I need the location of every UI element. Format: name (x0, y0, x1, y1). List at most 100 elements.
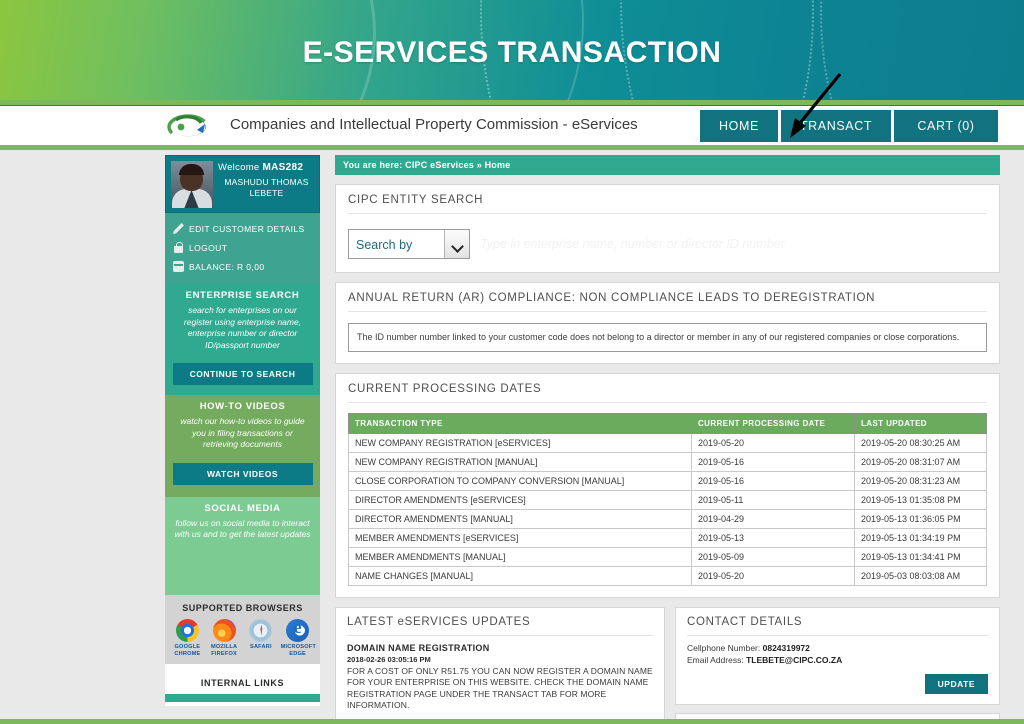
chrome-icon (175, 618, 199, 642)
cell-processing-date: 2019-05-20 (691, 565, 855, 586)
page-root: E-SERVICES TRANSACTION Companies and Int… (0, 0, 1024, 724)
table-row: DIRECTOR AMENDMENTS [MANUAL] 2019-04-29 … (348, 508, 987, 529)
cell-processing-date: 2019-04-29 (691, 508, 855, 529)
update-contact-button[interactable]: UPDATE (924, 673, 988, 694)
cell-transaction-type: MEMBER AMENDMENTS [eSERVICES] (348, 527, 692, 548)
browser-chrome[interactable]: GOOGLE CHROME (170, 618, 204, 658)
browser-firefox[interactable]: MOZILLA FIREFOX (207, 618, 241, 658)
chevron-down-icon (444, 230, 469, 258)
sidebar-item-edit-customer-details[interactable]: EDIT CUSTOMER DETAILS (165, 219, 320, 238)
panel-title: CONTACT DETAILS (687, 616, 988, 636)
search-row: Search by Type in enterprise name, numbe… (348, 214, 987, 261)
watch-videos-button[interactable]: WATCH VIDEOS (172, 462, 313, 485)
sidebar-item-label: BALANCE: R 0,00 (189, 261, 265, 272)
column-header-current-processing-date: CURRENT PROCESSING DATE (691, 412, 855, 434)
banner-title: E-SERVICES TRANSACTION (302, 36, 722, 69)
welcome-code: MAS282 (262, 162, 304, 173)
section-body: watch our how-to videos to guide you in … (180, 416, 305, 449)
cell-transaction-type: NEW COMPANY REGISTRATION [eSERVICES] (348, 432, 692, 453)
user-fullname: MASHUDU THOMAS LEBETE (224, 177, 309, 198)
details-column: CONTACT DETAILS Cellphone Number: 082431… (675, 606, 1000, 724)
latest-updates-column: LATEST eSERVICES UPDATES DOMAIN NAME REG… (335, 606, 665, 724)
email-label: Email Address: (687, 654, 744, 665)
browser-label: MICROSOFT EDGE (280, 643, 316, 657)
site-header: Companies and Intellectual Property Comm… (0, 105, 1024, 146)
section-body: search for enterprises on our register u… (183, 305, 302, 350)
table-row: NAME CHANGES [MANUAL] 2019-05-20 2019-05… (348, 565, 987, 586)
breadcrumb: You are here: CIPC eServices » Home (335, 155, 1000, 175)
sidebar-item-label: LOGOUT (189, 242, 228, 253)
continue-to-search-button[interactable]: CONTINUE TO SEARCH (172, 363, 313, 385)
browser-safari[interactable]: SAFARI (244, 618, 278, 658)
section-heading: HOW-TO VIDEOS (199, 401, 286, 412)
ar-compliance-message: The ID number number linked to your cust… (348, 323, 987, 352)
welcome-prefix: Welcome (218, 162, 263, 173)
user-panel: Welcome MAS282 MASHUDU THOMAS LEBETE (165, 155, 320, 213)
cell-processing-date: 2019-05-20 (691, 432, 855, 453)
cell-last-updated: 2019-05-13 01:34:19 PM (854, 527, 987, 548)
panel-title: CIPC ENTITY SEARCH (348, 194, 987, 214)
sidebar-item-balance[interactable]: BALANCE: R 0,00 (165, 257, 320, 276)
cell-last-updated: 2019-05-13 01:34:41 PM (854, 546, 987, 567)
column-header-last-updated: LAST UPDATED (854, 412, 987, 434)
search-by-value: Search by (356, 238, 413, 252)
table-row: MEMBER AMENDMENTS [MANUAL] 2019-05-09 20… (348, 546, 987, 567)
cell-last-updated: 2019-05-20 08:31:07 AM (854, 451, 987, 472)
cell-last-updated: 2019-05-13 01:36:05 PM (854, 508, 987, 529)
cell-processing-date: 2019-05-16 (691, 470, 855, 491)
edge-icon (286, 617, 310, 642)
nav-transact[interactable]: TRANSACT (781, 110, 891, 142)
site-title: Companies and Intellectual Property Comm… (230, 116, 638, 133)
browser-edge[interactable]: MICROSOFT EDGE (280, 617, 316, 658)
cell-last-updated: 2019-05-03 08:03:08 AM (854, 565, 987, 586)
search-by-select[interactable]: Search by (348, 229, 470, 259)
email-value: TLEBETE@CIPC.CO.ZA (746, 654, 843, 665)
cellphone-label: Cellphone Number: (687, 642, 761, 653)
cellphone-value: 0824319972 (762, 642, 810, 653)
ar-compliance-panel: ANNUAL RETURN (AR) COMPLIANCE: NON COMPL… (335, 282, 1000, 364)
section-heading: INTERNAL LINKS (200, 677, 285, 688)
table-header-row: TRANSACTION TYPE CURRENT PROCESSING DATE… (348, 412, 987, 434)
latest-updates-panel: LATEST eSERVICES UPDATES DOMAIN NAME REG… (335, 606, 665, 724)
header-divider (0, 145, 1024, 150)
bottom-row: LATEST eSERVICES UPDATES DOMAIN NAME REG… (335, 606, 1000, 724)
processing-dates-panel: CURRENT PROCESSING DATES TRANSACTION TYP… (335, 372, 1000, 598)
cell-transaction-type: CLOSE CORPORATION TO COMPANY CONVERSION … (348, 470, 692, 491)
section-heading: SOCIAL MEDIA (204, 502, 281, 514)
update-date: 2018-02-26 03:05:16 PM (347, 654, 431, 664)
cell-last-updated: 2019-05-20 08:30:25 AM (854, 432, 987, 453)
cell-transaction-type: DIRECTOR AMENDMENTS [eSERVICES] (348, 489, 692, 510)
section-body: follow us on social media to interact wi… (174, 517, 311, 540)
nav-home[interactable]: HOME (700, 110, 778, 142)
update-heading: DOMAIN NAME REGISTRATION (347, 642, 490, 653)
enterprise-search-section: ENTERPRISE SEARCH search for enterprises… (165, 284, 320, 395)
cell-transaction-type: MEMBER AMENDMENTS [MANUAL] (348, 546, 692, 567)
section-heading: SUPPORTED BROWSERS (182, 602, 303, 613)
processing-dates-table: TRANSACTION TYPE CURRENT PROCESSING DATE… (348, 412, 987, 586)
nav-cart[interactable]: CART (0) (894, 110, 998, 142)
firefox-icon (212, 618, 236, 642)
table-row: CLOSE CORPORATION TO COMPANY CONVERSION … (348, 470, 987, 491)
cell-transaction-type: NAME CHANGES [MANUAL] (348, 565, 692, 586)
table-row: NEW COMPANY REGISTRATION [eSERVICES] 201… (348, 432, 987, 453)
avatar (171, 161, 213, 208)
cell-last-updated: 2019-05-13 01:35:08 PM (854, 489, 987, 510)
table-body: NEW COMPANY REGISTRATION [eSERVICES] 201… (348, 432, 987, 586)
browser-list: GOOGLE CHROME MOZILLA FIREFOX SAFARI MIC… (165, 617, 320, 658)
internal-links-bar[interactable] (165, 693, 320, 702)
contact-details-panel: CONTACT DETAILS Cellphone Number: 082431… (675, 606, 1000, 705)
supported-browsers-section: SUPPORTED BROWSERS GOOGLE CHROME MOZILLA… (165, 594, 320, 664)
internal-links-section: INTERNAL LINKS (165, 663, 320, 706)
how-to-videos-section: HOW-TO VIDEOS watch our how-to videos to… (165, 395, 320, 497)
search-input[interactable]: Type in enterprise name, number or direc… (480, 237, 785, 251)
sidebar: Welcome MAS282 MASHUDU THOMAS LEBETE EDI… (165, 155, 320, 706)
cell-processing-date: 2019-05-09 (691, 546, 855, 567)
sidebar-item-logout[interactable]: LOGOUT (165, 238, 320, 257)
browser-label: GOOGLE CHROME (174, 643, 201, 657)
cell-processing-date: 2019-05-11 (691, 489, 855, 510)
update-item: DOMAIN NAME REGISTRATION 2018-02-26 03:0… (347, 643, 653, 712)
welcome-text: Welcome MAS282 (218, 162, 303, 173)
table-row: NEW COMPANY REGISTRATION [MANUAL] 2019-0… (348, 451, 987, 472)
safari-icon (249, 618, 273, 642)
browser-label: SAFARI (250, 643, 272, 650)
